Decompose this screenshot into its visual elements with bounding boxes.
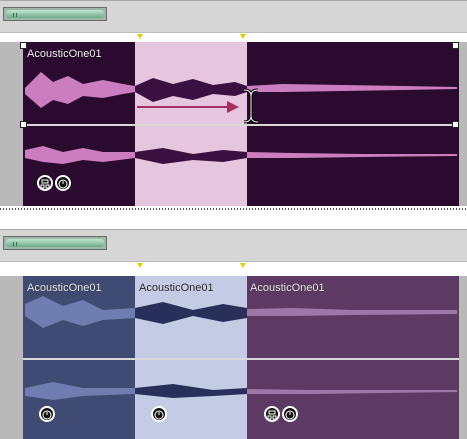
clip-name: AcousticOne01 <box>27 48 102 60</box>
clip-name: AcousticOne01 <box>139 282 214 294</box>
resize-handle[interactable] <box>20 42 27 49</box>
clock-icon[interactable] <box>151 406 167 422</box>
audio-track: AcousticOne01 AcousticOne01 AcousticOne0… <box>0 276 467 439</box>
selection-start-marker[interactable] <box>137 263 143 268</box>
selection-start-marker[interactable] <box>137 34 143 39</box>
text-cursor-icon <box>243 88 259 124</box>
clip-name: AcousticOne01 <box>250 282 325 294</box>
mixer-icon[interactable] <box>264 406 280 422</box>
audio-track: AcousticOne01 <box>0 42 467 206</box>
resize-handle[interactable] <box>452 42 459 49</box>
timeline-panel-after: AcousticOne01 AcousticOne01 AcousticOne0… <box>0 229 467 439</box>
scrollbar-thumb[interactable] <box>6 10 104 18</box>
timeline-toolbar <box>0 229 467 262</box>
clip-name: AcousticOne01 <box>27 282 102 294</box>
timeline-toolbar <box>0 0 467 33</box>
horizontal-scrollbar[interactable] <box>3 236 107 250</box>
horizontal-scrollbar[interactable] <box>3 7 107 21</box>
clock-icon[interactable] <box>39 406 55 422</box>
timeline-panel-before: AcousticOne01 <box>0 0 467 212</box>
selection-end-marker[interactable] <box>240 263 246 268</box>
clock-icon[interactable] <box>55 175 71 191</box>
resize-handle[interactable] <box>20 121 27 128</box>
scrollbar-thumb[interactable] <box>6 239 104 247</box>
resize-handle[interactable] <box>452 121 459 128</box>
audio-waveform <box>25 296 457 400</box>
mixer-icon[interactable] <box>37 175 53 191</box>
clock-icon[interactable] <box>282 406 298 422</box>
panel-divider <box>0 208 467 210</box>
selection-end-marker[interactable] <box>240 34 246 39</box>
